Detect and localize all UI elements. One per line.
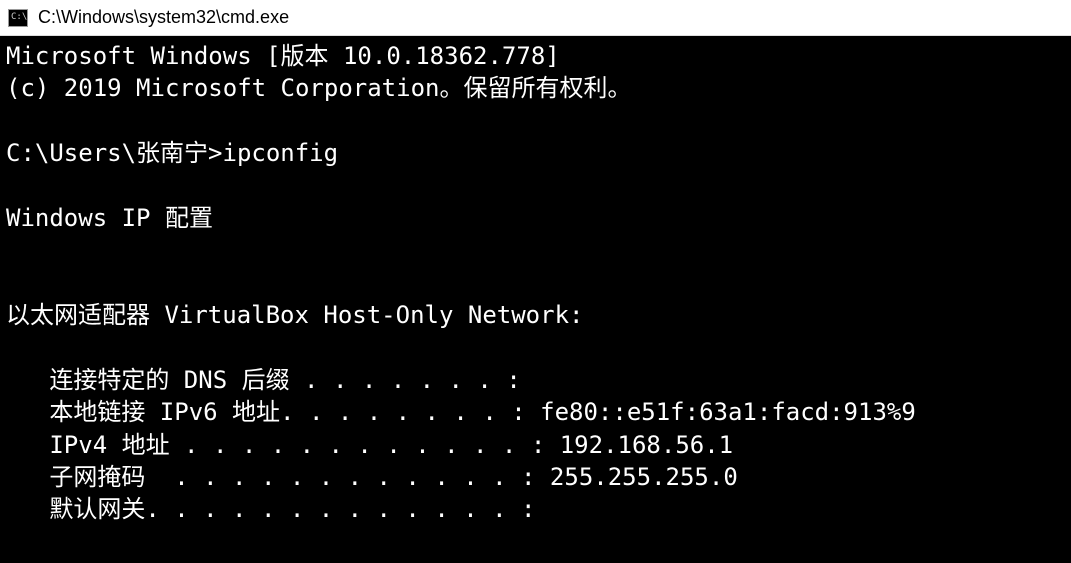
cmd-window: C:\Windows\system32\cmd.exe Microsoft Wi… xyxy=(0,0,1071,563)
dns-suffix-line: 连接特定的 DNS 后缀 . . . . . . . : xyxy=(6,366,521,394)
window-title: C:\Windows\system32\cmd.exe xyxy=(38,7,289,28)
copyright-line: (c) 2019 Microsoft Corporation。保留所有权利。 xyxy=(6,74,631,102)
cmd-icon xyxy=(8,9,28,27)
ipv4-line: IPv4 地址 . . . . . . . . . . . . : 192.16… xyxy=(6,431,733,459)
subnet-line: 子网掩码 . . . . . . . . . . . . : 255.255.2… xyxy=(6,463,738,491)
version-line: Microsoft Windows [版本 10.0.18362.778] xyxy=(6,42,560,70)
adapter-header: 以太网适配器 VirtualBox Host-Only Network: xyxy=(6,301,583,329)
terminal-output[interactable]: Microsoft Windows [版本 10.0.18362.778] (c… xyxy=(0,36,1071,563)
gateway-line: 默认网关. . . . . . . . . . . . . : xyxy=(6,495,535,523)
ipconfig-header: Windows IP 配置 xyxy=(6,204,213,232)
titlebar[interactable]: C:\Windows\system32\cmd.exe xyxy=(0,0,1071,36)
prompt-line: C:\Users\张南宁>ipconfig xyxy=(6,139,338,167)
ipv6-line: 本地链接 IPv6 地址. . . . . . . . : fe80::e51f… xyxy=(6,398,916,426)
